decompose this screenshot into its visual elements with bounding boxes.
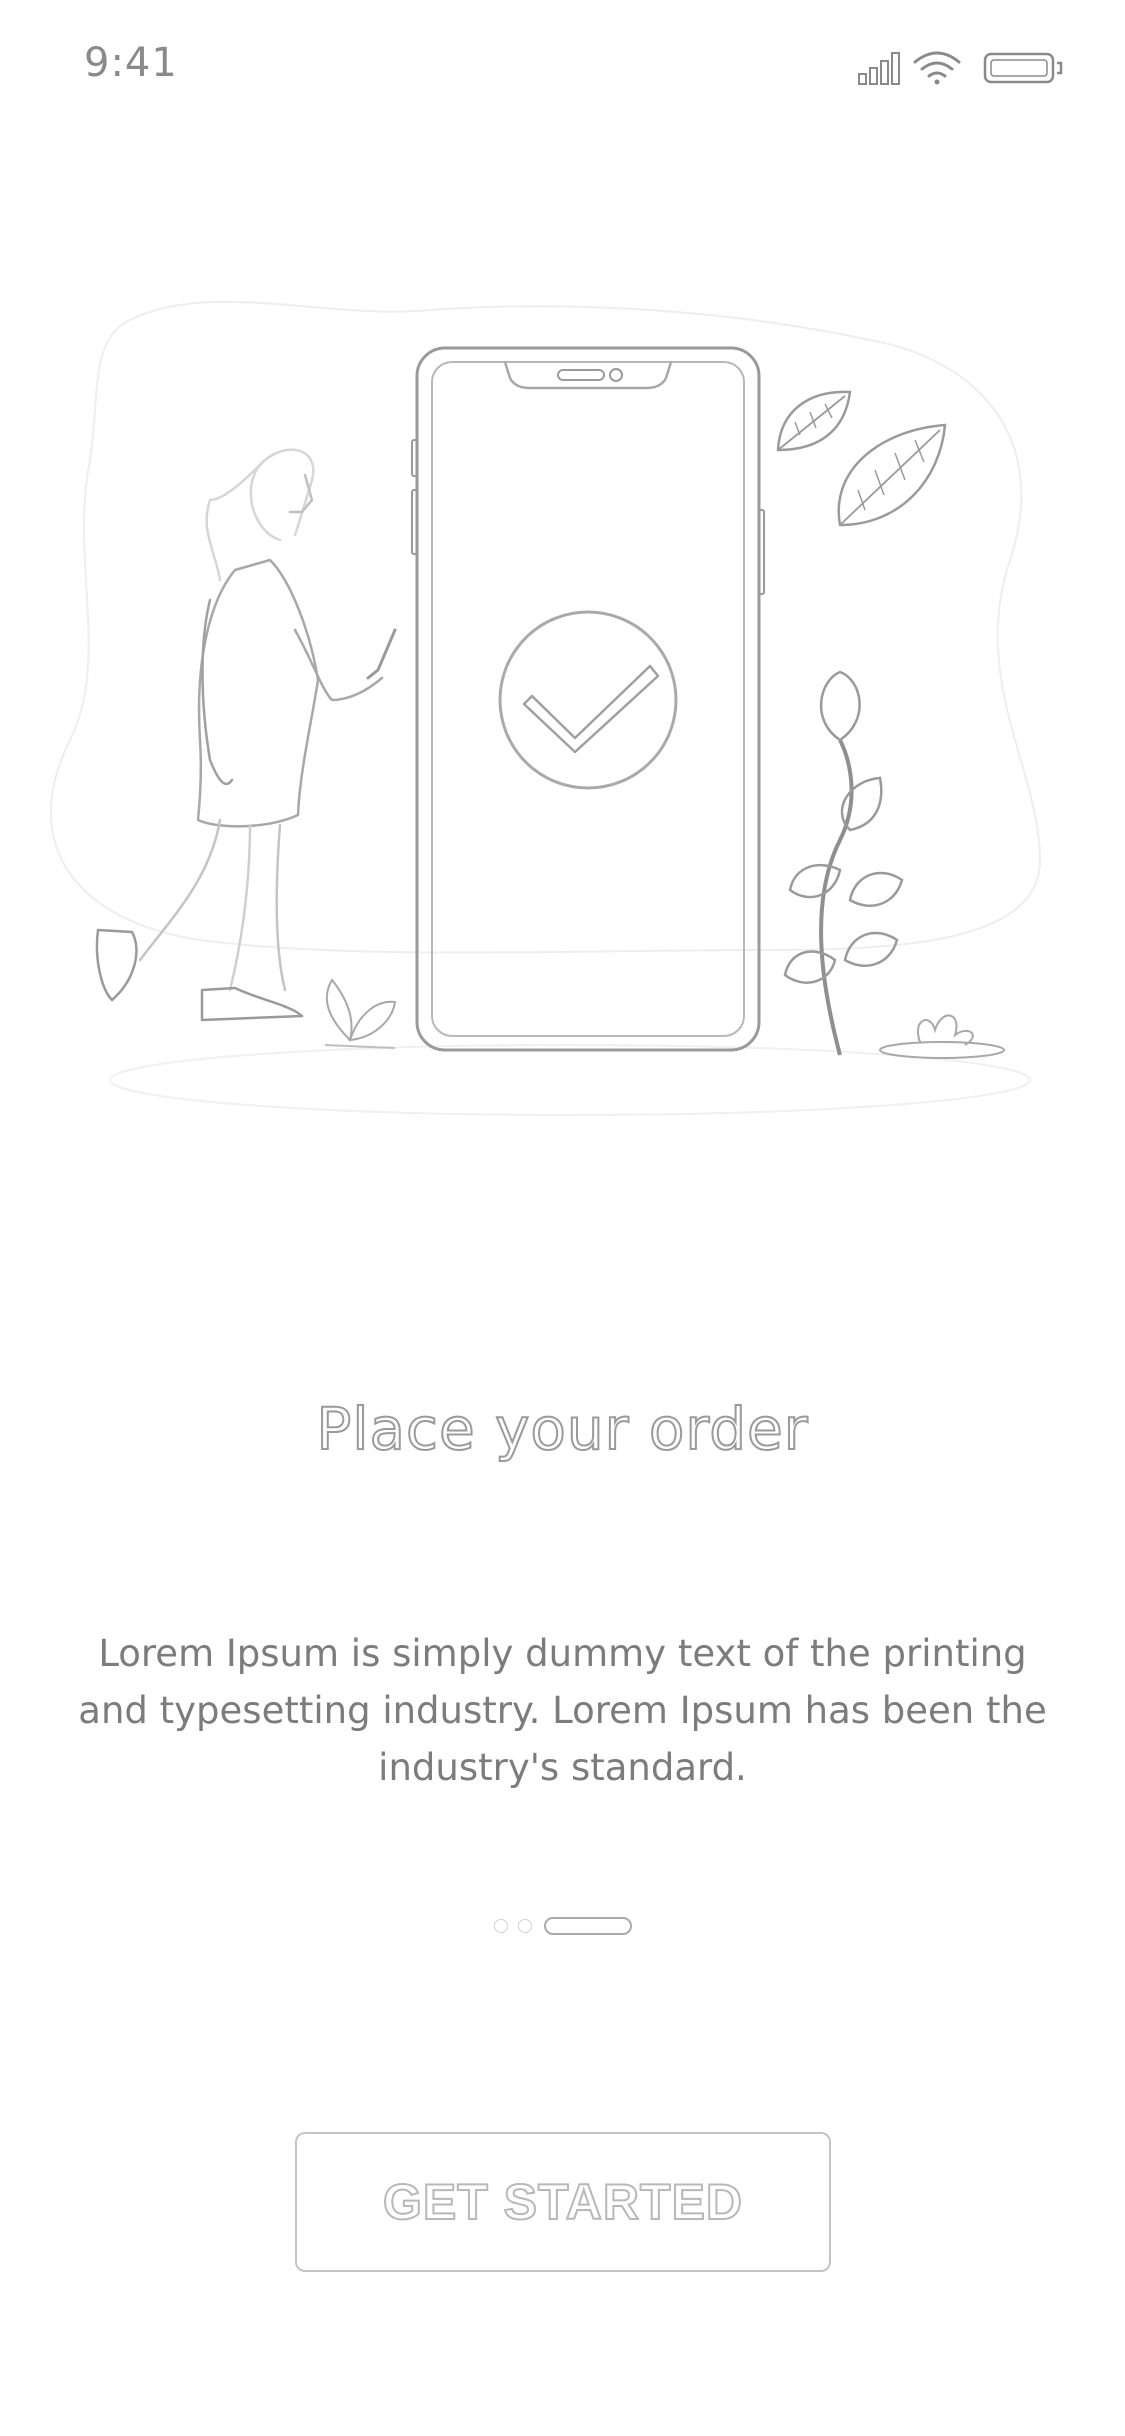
status-time: 9:41 <box>84 40 178 86</box>
status-icons <box>858 51 1063 85</box>
small-plant-icon <box>879 1014 1005 1059</box>
phone-illustration <box>411 346 765 1052</box>
get-started-label: GET STARTED <box>382 2173 744 2231</box>
status-bar: 9:41 <box>0 0 1125 130</box>
check-circle-icon <box>498 610 678 790</box>
page-indicator <box>0 1915 1125 1937</box>
background-blob <box>50 300 1042 954</box>
battery-icon <box>983 52 1063 84</box>
get-started-button[interactable]: GET STARTED <box>295 2132 831 2272</box>
onboarding-description: Lorem Ipsum is simply dummy text of the … <box>78 1632 1047 1789</box>
page-title: Place your order <box>315 1394 809 1464</box>
cellular-signal-icon <box>858 52 900 85</box>
leaves-icon <box>776 390 947 527</box>
plant-icon <box>783 670 904 1056</box>
person-illustration <box>95 448 397 1022</box>
small-leaf-icon <box>324 978 397 1049</box>
order-confirmed-illustration <box>50 300 1042 1116</box>
wifi-icon <box>913 51 961 85</box>
page-dot-1[interactable] <box>493 1919 508 1933</box>
page-dot-2[interactable] <box>517 1919 532 1933</box>
page-dot-3-active[interactable] <box>543 1917 632 1935</box>
